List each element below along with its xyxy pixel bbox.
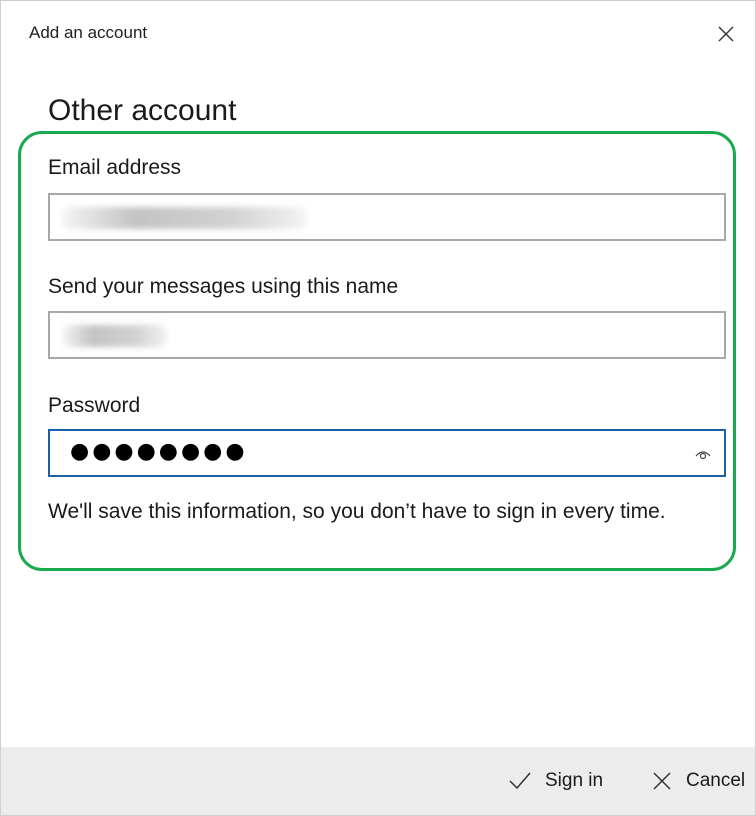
cancel-button[interactable]: Cancel [652, 761, 745, 801]
display-name-field[interactable] [48, 311, 726, 359]
close-icon [718, 26, 734, 42]
display-name-label: Send your messages using this name [48, 275, 399, 298]
email-field[interactable] [48, 193, 726, 241]
sign-in-label: Sign in [545, 770, 604, 791]
eye-icon [695, 451, 711, 460]
dialog-title: Add an account [29, 23, 148, 42]
sign-in-button[interactable]: Sign in [509, 761, 603, 801]
cancel-label: Cancel [686, 770, 746, 791]
password-value: ●●●●●●●● [70, 439, 248, 464]
checkmark-icon [509, 772, 531, 790]
password-field[interactable]: ●●●●●●●● [48, 429, 726, 477]
email-value-redacted [62, 207, 307, 229]
password-label: Password [48, 394, 141, 417]
email-label: Email address [48, 156, 182, 179]
close-button[interactable] [709, 17, 743, 51]
close-icon [653, 772, 671, 790]
page-title: Other account [48, 94, 237, 127]
add-account-dialog: Add an account Other account Email addre… [0, 0, 756, 816]
reveal-password-button[interactable] [692, 443, 714, 465]
save-info-text: We'll save this information, so you don’… [48, 500, 666, 523]
display-name-value-redacted [62, 325, 168, 347]
title-bar: Add an account [1, 1, 755, 69]
dialog-footer: Sign in Cancel [1, 747, 755, 815]
